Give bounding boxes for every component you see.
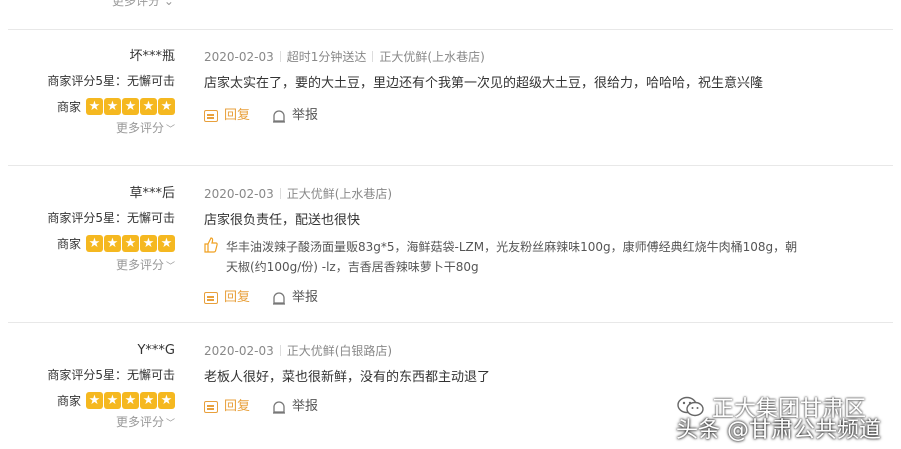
review-date: 2020-02-03 — [204, 50, 274, 64]
report-button[interactable]: 举报 — [272, 397, 318, 417]
stars-label: 商家 — [56, 236, 81, 251]
stars-label: 商家 — [56, 393, 81, 408]
star-rating: 商家 ★ ★ ★ ★ ★ — [0, 390, 175, 410]
delivery-tag: 超时1分钟送达 — [286, 50, 367, 64]
divider — [8, 29, 893, 30]
star-icon: ★ — [140, 97, 157, 115]
star-icon: ★ — [158, 234, 175, 252]
reviewer-info: Y***G 商家评分5星：无懈可击 商家 ★ ★ ★ ★ ★ 更多评分 ﹀ — [0, 341, 175, 431]
report-label: 举报 — [292, 290, 319, 305]
reply-label: 回复 — [224, 399, 251, 414]
store-tag: 正大优鲜(上水巷店) — [379, 50, 485, 64]
more-rating-link[interactable]: 更多评分 ﹀ — [0, 256, 175, 274]
merchant-rating-text: 商家评分5星：无懈可击 — [47, 74, 175, 88]
star-icon: ★ — [122, 391, 139, 409]
review-content: 店家很负责任，配送也很快 — [204, 213, 361, 228]
more-rating-label: 更多评分 — [115, 415, 164, 429]
report-label: 举报 — [292, 399, 319, 414]
reviewer-info: 草***后 商家评分5星：无懈可击 商家 ★ ★ ★ ★ ★ 更多评分 ﹀ — [0, 184, 175, 274]
more-rating-label: 更多评分 — [115, 258, 164, 272]
review-actions: 回复 举报 — [204, 288, 881, 308]
star-icon: ★ — [86, 234, 103, 252]
thumbs-up-icon — [204, 237, 218, 253]
review-body: 2020-02-03 正大优鲜(上水巷店) 店家很负责任，配送也很快 华丰油泼辣子… — [204, 184, 881, 308]
divider — [8, 165, 893, 166]
review-meta: 2020-02-03 正大优鲜(上水巷店) — [204, 184, 881, 204]
review-date: 2020-02-03 — [204, 344, 274, 358]
reply-label: 回复 — [224, 290, 251, 305]
star-icon: ★ — [104, 97, 121, 115]
reviewer-info: 坏***瓶 商家评分5星：无懈可击 商家 ★ ★ ★ ★ ★ 更多评分 ﹀ — [0, 47, 175, 137]
store-tag: 正大优鲜(白银路店) — [286, 344, 393, 358]
more-rating-link[interactable]: 更多评分 ﹀ — [0, 413, 175, 431]
report-icon — [273, 291, 286, 305]
star-icon: ★ — [140, 234, 157, 252]
report-icon — [273, 109, 286, 123]
review-meta: 2020-02-03 正大优鲜(白银路店) — [204, 341, 881, 361]
review-date: 2020-02-03 — [204, 187, 274, 201]
stars-label: 商家 — [56, 99, 81, 114]
top-more-rating[interactable]: 更多评分 ⌄ — [112, 0, 174, 9]
chevron-down-icon: ﹀ — [165, 419, 175, 429]
divider — [8, 322, 893, 323]
star-icon: ★ — [104, 234, 121, 252]
star-rating: 商家 ★ ★ ★ ★ ★ — [0, 233, 175, 253]
star-icon: ★ — [104, 391, 121, 409]
reply-icon — [204, 292, 218, 304]
report-icon — [273, 400, 286, 414]
reply-button[interactable]: 回复 — [204, 288, 250, 308]
star-icon: ★ — [122, 97, 139, 115]
star-icon: ★ — [86, 391, 103, 409]
review-content: 老板人很好，菜也很新鲜，没有的东西都主动退了 — [204, 370, 491, 385]
chevron-down-icon: ﹀ — [165, 262, 175, 272]
reply-icon — [204, 110, 218, 122]
more-rating-link[interactable]: 更多评分 ﹀ — [0, 119, 175, 137]
star-rating: 商家 ★ ★ ★ ★ ★ — [0, 96, 175, 116]
reply-label: 回复 — [224, 108, 251, 123]
separator — [372, 51, 374, 62]
report-button[interactable]: 举报 — [272, 288, 318, 308]
reviewer-name: 草***后 — [129, 186, 175, 201]
review-body: 2020-02-03 超时1分钟送达 正大优鲜(上水巷店) 店家太实在了，要的大土豆… — [204, 47, 881, 126]
reviewer-name: Y***G — [137, 343, 175, 358]
reply-icon — [204, 401, 218, 413]
chevron-down-icon: ﹀ — [165, 125, 175, 135]
products-text: 华丰油泼辣子酸汤面量贩83g*5，海鲜菇袋-LZM，光友粉丝麻辣味100g，康师… — [226, 240, 798, 274]
report-button[interactable]: 举报 — [272, 106, 318, 126]
star-icon: ★ — [86, 97, 103, 115]
merchant-rating-text: 商家评分5星：无懈可击 — [47, 211, 175, 225]
watermark-line-2: 头条 @甘肃公共频道 — [676, 418, 881, 443]
reviewer-name: 坏***瓶 — [129, 49, 175, 64]
star-icon: ★ — [158, 97, 175, 115]
separator — [279, 345, 281, 356]
star-icon: ★ — [122, 234, 139, 252]
store-tag: 正大优鲜(上水巷店) — [286, 187, 393, 201]
review-content: 店家太实在了，要的大土豆，里边还有个我第一次见的超级大土豆，很给力，哈哈哈，祝生… — [204, 76, 764, 91]
reply-button[interactable]: 回复 — [204, 397, 250, 417]
star-icon: ★ — [158, 391, 175, 409]
report-label: 举报 — [292, 108, 319, 123]
reply-button[interactable]: 回复 — [204, 106, 250, 126]
merchant-rating-text: 商家评分5星：无懈可击 — [47, 368, 175, 382]
more-rating-label: 更多评分 — [115, 121, 164, 135]
ordered-products: 华丰油泼辣子酸汤面量贩83g*5，海鲜菇袋-LZM，光友粉丝麻辣味100g，康师… — [204, 237, 881, 277]
separator — [279, 188, 281, 199]
review-meta: 2020-02-03 超时1分钟送达 正大优鲜(上水巷店) — [204, 47, 881, 67]
separator — [279, 51, 281, 62]
star-icon: ★ — [140, 391, 157, 409]
review-actions: 回复 举报 — [204, 106, 881, 126]
